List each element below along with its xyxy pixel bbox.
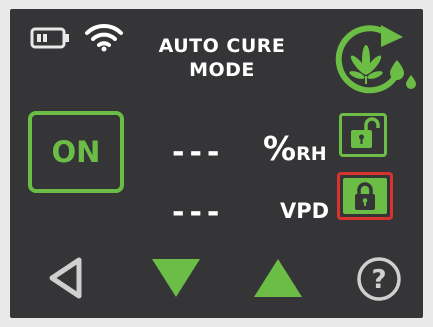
svg-text:?: ?	[371, 265, 386, 295]
down-arrow-icon[interactable]	[150, 257, 202, 299]
up-arrow-icon[interactable]	[252, 257, 304, 299]
vpd-label: VPD	[280, 199, 330, 223]
unlocked-padlock-icon	[351, 117, 380, 148]
mode-title: AUTO CURE MODE	[158, 35, 286, 81]
vpd-value: ---	[172, 195, 225, 230]
battery-icon	[30, 27, 69, 49]
cannabis-leaf-cycle-icon[interactable]	[331, 22, 423, 100]
humidity-lock-button[interactable]	[339, 113, 387, 157]
back-triangle-icon[interactable]	[46, 255, 86, 301]
rh-label: RH	[296, 143, 327, 165]
help-icon[interactable]: ?	[356, 256, 402, 302]
wifi-icon	[85, 23, 123, 52]
humidity-value: ---	[172, 135, 225, 170]
power-button[interactable]: ON	[28, 111, 124, 193]
humidity-unit: %RH	[263, 129, 327, 168]
vpd-lock-button[interactable]	[337, 172, 393, 220]
percent-sign: %	[263, 129, 297, 168]
locked-padlock-icon	[355, 182, 375, 210]
